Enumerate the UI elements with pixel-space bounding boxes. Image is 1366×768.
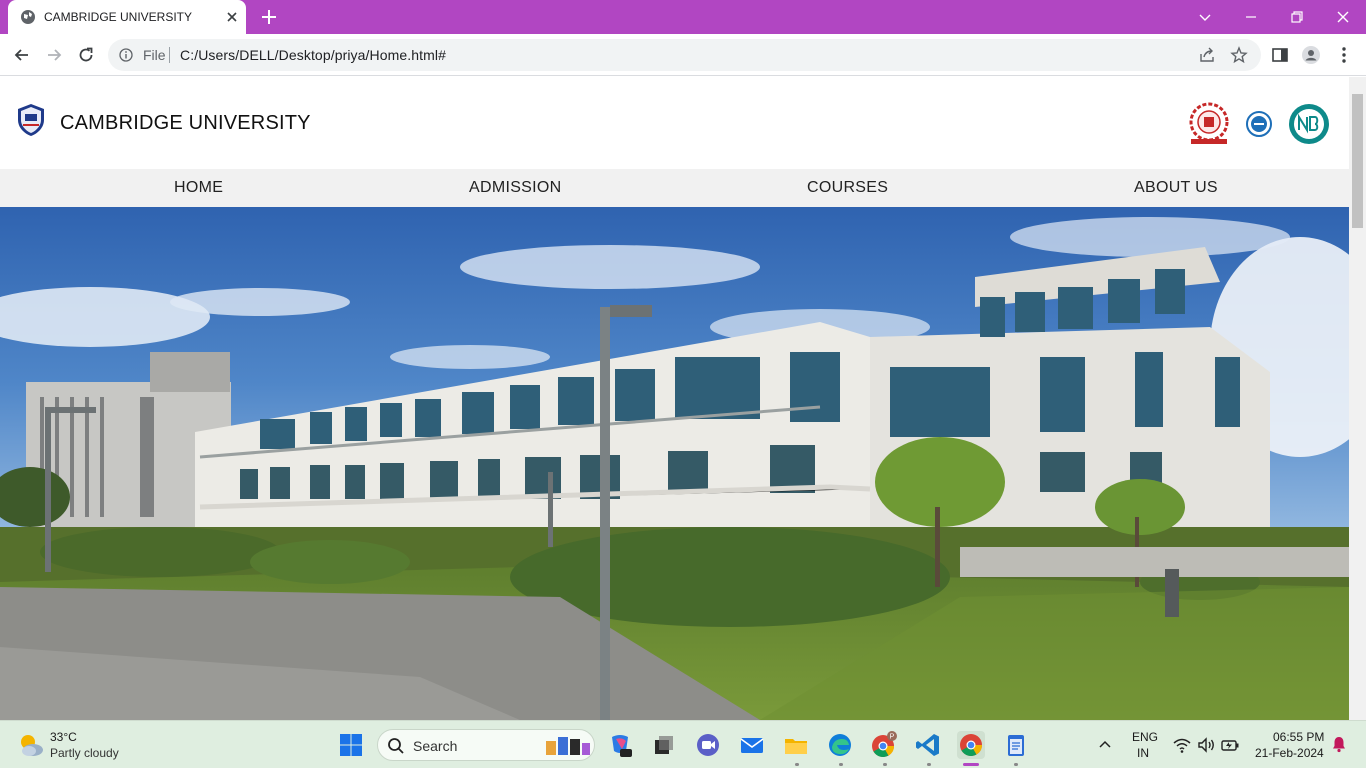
chrome-active-indicator xyxy=(963,763,979,766)
chrome-profile-icon[interactable]: P xyxy=(870,731,898,759)
input-language[interactable]: ENG xyxy=(1132,730,1158,744)
close-icon[interactable] xyxy=(224,9,240,25)
scrollbar-thumb[interactable] xyxy=(1352,94,1363,228)
partly-cloudy-icon[interactable] xyxy=(17,731,45,759)
file-explorer-icon[interactable] xyxy=(782,731,810,759)
plus-icon[interactable] xyxy=(260,8,278,26)
nav-admission[interactable]: ADMISSION xyxy=(469,179,562,197)
wifi-icon[interactable] xyxy=(1172,735,1192,755)
emblem-badge-icon xyxy=(1189,102,1229,144)
chrome-profile-badge: P xyxy=(890,734,895,741)
browser-titlebar: CAMBRIDGE UNIVERSITY xyxy=(0,0,1366,34)
more-menu-icon[interactable] xyxy=(1334,45,1354,65)
nav-about-us[interactable]: ABOUT US xyxy=(1134,179,1218,197)
chrome-profile-running-indicator xyxy=(883,763,887,766)
tab-title: CAMBRIDGE UNIVERSITY xyxy=(44,10,193,24)
main-navigation: HOME ADMISSION COURSES ABOUT US xyxy=(0,169,1349,207)
browser-tab[interactable]: CAMBRIDGE UNIVERSITY xyxy=(8,0,246,34)
search-highlight-icon xyxy=(546,737,590,755)
task-view-icon[interactable] xyxy=(650,731,678,759)
copilot-icon[interactable] xyxy=(606,731,634,759)
weather-description[interactable]: Partly cloudy xyxy=(50,746,119,760)
chrome-icon[interactable] xyxy=(957,731,985,759)
hero-campus-photo xyxy=(0,207,1349,720)
teams-chat-icon[interactable] xyxy=(694,731,722,759)
explorer-running-indicator xyxy=(795,763,799,766)
chevron-up-icon[interactable] xyxy=(1097,737,1113,753)
edge-running-indicator xyxy=(839,763,843,766)
profile-avatar-icon[interactable] xyxy=(1301,45,1321,65)
nav-home[interactable]: HOME xyxy=(174,179,223,197)
globe-icon xyxy=(21,10,35,24)
vscode-icon[interactable] xyxy=(914,731,942,759)
notepad-icon[interactable] xyxy=(1002,731,1030,759)
clock-time[interactable]: 06:55 PM xyxy=(1273,730,1324,744)
nav-courses[interactable]: COURSES xyxy=(807,179,888,197)
star-icon[interactable] xyxy=(1230,46,1248,64)
nba-badge-icon xyxy=(1289,104,1329,144)
search-label: Search xyxy=(413,738,458,754)
address-bar[interactable]: File C:/Users/DELL/Desktop/priya/Home.ht… xyxy=(108,39,1261,71)
browser-toolbar: File C:/Users/DELL/Desktop/priya/Home.ht… xyxy=(0,34,1366,76)
site-title: CAMBRIDGE UNIVERSITY xyxy=(60,112,311,134)
mail-icon[interactable] xyxy=(738,731,766,759)
clock-date[interactable]: 21-Feb-2024 xyxy=(1255,746,1324,760)
url-text[interactable]: C:/Users/DELL/Desktop/priya/Home.html# xyxy=(180,47,446,63)
notification-bell-icon[interactable] xyxy=(1330,735,1348,753)
web-page: CAMBRIDGE UNIVERSITY HOME ADMISSION COUR… xyxy=(0,77,1349,720)
vscode-running-indicator xyxy=(927,763,931,766)
volume-icon[interactable] xyxy=(1196,735,1216,755)
reload-icon[interactable] xyxy=(76,45,96,65)
battery-charging-icon[interactable] xyxy=(1220,735,1240,755)
iso-badge-icon xyxy=(1246,111,1272,137)
forward-arrow-icon[interactable] xyxy=(44,45,64,65)
share-icon[interactable] xyxy=(1198,46,1216,64)
chevron-down-icon[interactable] xyxy=(1195,7,1215,27)
info-icon[interactable] xyxy=(119,48,133,62)
university-logo xyxy=(18,104,44,136)
weather-temperature[interactable]: 33°C xyxy=(50,730,77,744)
windows-start-icon[interactable] xyxy=(339,733,363,757)
back-arrow-icon[interactable] xyxy=(12,45,32,65)
input-region[interactable]: IN xyxy=(1137,746,1149,760)
edge-browser-icon[interactable] xyxy=(826,731,854,759)
side-panel-icon[interactable] xyxy=(1270,45,1290,65)
restore-icon[interactable] xyxy=(1287,7,1307,27)
minimize-icon[interactable] xyxy=(1241,7,1261,27)
taskbar-search[interactable]: Search xyxy=(377,729,595,761)
omnibox-divider xyxy=(169,47,170,63)
close-window-icon[interactable] xyxy=(1333,7,1353,27)
notepad-running-indicator xyxy=(1014,763,1018,766)
site-header: CAMBRIDGE UNIVERSITY xyxy=(0,77,1349,169)
windows-taskbar: 33°C Partly cloudy Search P ENG IN 06:55… xyxy=(0,720,1366,768)
file-scheme-label: File xyxy=(143,47,166,63)
search-icon xyxy=(388,738,404,754)
